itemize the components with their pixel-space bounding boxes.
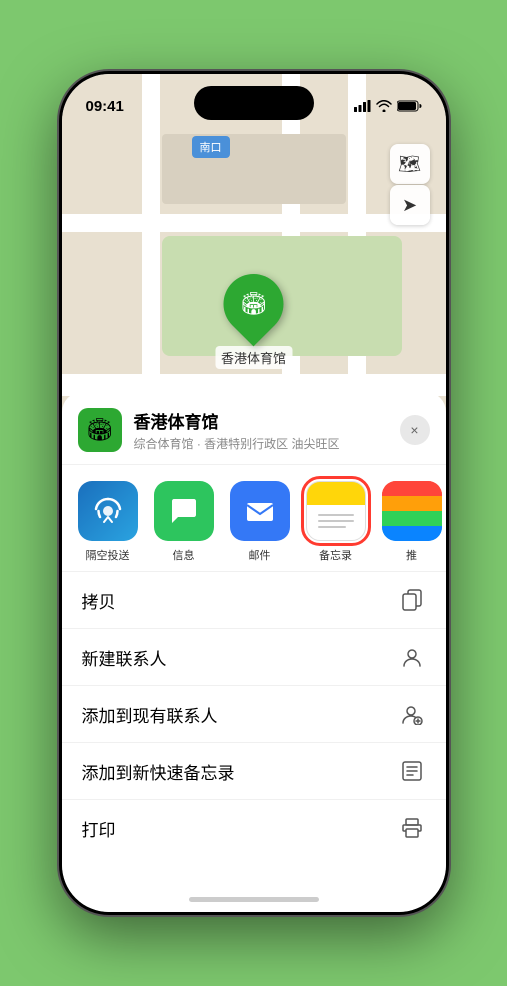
action-list: 拷贝 新建联系人	[62, 572, 446, 856]
map-type-button[interactable]: 🗺	[390, 144, 430, 184]
add-note-icon	[398, 757, 426, 785]
close-button[interactable]: ×	[400, 415, 430, 445]
share-more[interactable]: 推	[382, 481, 442, 563]
notes-icon	[306, 481, 366, 541]
add-existing-icon	[398, 700, 426, 728]
venue-subtitle: 综合体育馆 · 香港特别行政区 油尖旺区	[134, 435, 388, 452]
action-copy[interactable]: 拷贝	[62, 572, 446, 629]
share-messages[interactable]: 信息	[154, 481, 214, 563]
stadium-icon: 🏟	[240, 291, 268, 317]
print-label: 打印	[82, 816, 116, 841]
signal-icon	[354, 100, 371, 112]
wifi-icon	[376, 100, 392, 112]
new-contact-icon	[398, 643, 426, 671]
messages-label: 信息	[173, 547, 195, 563]
home-indicator	[189, 897, 319, 902]
more-label: 推	[406, 547, 417, 563]
venue-name: 香港体育馆	[134, 408, 388, 433]
action-add-existing[interactable]: 添加到现有联系人	[62, 686, 446, 743]
phone-screen: 南口 🏟 香港体育馆 🗺 ➤ 09:41	[62, 74, 446, 912]
copy-label: 拷贝	[82, 588, 116, 613]
venue-info: 香港体育馆 综合体育馆 · 香港特别行政区 油尖旺区	[134, 408, 388, 452]
share-row: 隔空投送 信息	[62, 465, 446, 572]
venue-header: 🏟 香港体育馆 综合体育馆 · 香港特别行政区 油尖旺区 ×	[62, 392, 446, 465]
mail-label: 邮件	[249, 547, 271, 563]
status-icons	[354, 100, 422, 112]
messages-icon	[154, 481, 214, 541]
dynamic-island	[194, 86, 314, 120]
stadium-label: 香港体育馆	[215, 346, 292, 369]
map-south-entrance: 南口	[192, 136, 230, 158]
bottom-sheet: 🏟 香港体育馆 综合体育馆 · 香港特别行政区 油尖旺区 ×	[62, 392, 446, 912]
airdrop-icon	[78, 481, 138, 541]
time-display: 09:41	[86, 98, 124, 115]
badge-text: 南口	[200, 142, 222, 154]
map-controls: 🗺 ➤	[390, 144, 430, 225]
add-existing-label: 添加到现有联系人	[82, 702, 218, 727]
add-note-label: 添加到新快速备忘录	[82, 759, 235, 784]
action-new-contact[interactable]: 新建联系人	[62, 629, 446, 686]
action-add-note[interactable]: 添加到新快速备忘录	[62, 743, 446, 800]
airdrop-label: 隔空投送	[86, 547, 130, 563]
stadium-marker[interactable]: 🏟 香港体育馆	[215, 274, 292, 369]
copy-icon	[398, 586, 426, 614]
share-notes[interactable]: 备忘录	[306, 481, 366, 563]
stadium-pin: 🏟	[211, 262, 296, 347]
new-contact-label: 新建联系人	[82, 645, 167, 670]
battery-icon	[397, 100, 422, 112]
location-button[interactable]: ➤	[390, 185, 430, 225]
venue-icon: 🏟	[78, 408, 122, 452]
phone-frame: 南口 🏟 香港体育馆 🗺 ➤ 09:41	[59, 71, 449, 915]
action-print[interactable]: 打印	[62, 800, 446, 856]
share-mail[interactable]: 邮件	[230, 481, 290, 563]
mail-icon	[230, 481, 290, 541]
more-icon	[382, 481, 442, 541]
print-icon	[398, 814, 426, 842]
share-airdrop[interactable]: 隔空投送	[78, 481, 138, 563]
notes-label: 备忘录	[319, 547, 352, 563]
